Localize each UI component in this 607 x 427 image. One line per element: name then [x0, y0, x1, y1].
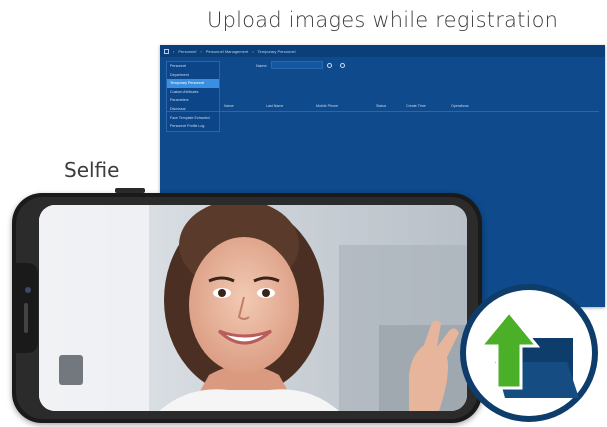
column-header[interactable]: Operations: [451, 104, 469, 108]
selfie-photo: [39, 205, 467, 411]
phone-side-button: [115, 188, 145, 193]
table-header: Name Last Name Mobile Phone Status Creat…: [166, 103, 599, 112]
menu-item-personnel[interactable]: Personnel: [167, 62, 219, 71]
speaker-icon: [24, 303, 28, 333]
breadcrumb-item[interactable]: Temporary Personnel: [258, 49, 296, 54]
upload-badge: [460, 284, 598, 422]
column-header[interactable]: Mobile Phone: [316, 104, 338, 108]
menu-item-department[interactable]: Department: [167, 71, 219, 80]
search-icon[interactable]: [326, 62, 332, 68]
upload-caption: Upload images while registration: [207, 8, 559, 32]
breadcrumb: › Personnel › Personnel Management › Tem…: [160, 45, 605, 57]
column-header[interactable]: Status: [376, 104, 386, 108]
home-icon[interactable]: [164, 48, 169, 54]
search-label: Name: [256, 62, 267, 68]
menu-item-face-template[interactable]: Face Template Extracted: [167, 114, 219, 123]
personnel-menu: Personnel Department Temporary Personnel…: [166, 61, 220, 132]
breadcrumb-item[interactable]: Personnel Management: [206, 49, 248, 54]
column-header[interactable]: Create Time: [406, 104, 426, 108]
selfie-caption: Selfie: [64, 158, 120, 182]
selfie-illustration: [39, 205, 467, 411]
column-header[interactable]: Last Name: [266, 104, 283, 108]
breadcrumb-item[interactable]: Personnel: [178, 49, 196, 54]
camera-icon: [25, 287, 31, 293]
search-input[interactable]: [270, 61, 323, 69]
column-header[interactable]: Name: [224, 104, 234, 108]
menu-item-custom-attributes[interactable]: Custom Attributes: [167, 88, 219, 97]
menu-item-profile-log[interactable]: Personnel Profile Log: [167, 122, 219, 131]
refresh-icon[interactable]: [339, 62, 345, 68]
menu-item-temporary-personnel[interactable]: Temporary Personnel: [167, 79, 219, 88]
smartphone: [12, 193, 482, 423]
search-bar: Name: [256, 61, 345, 69]
